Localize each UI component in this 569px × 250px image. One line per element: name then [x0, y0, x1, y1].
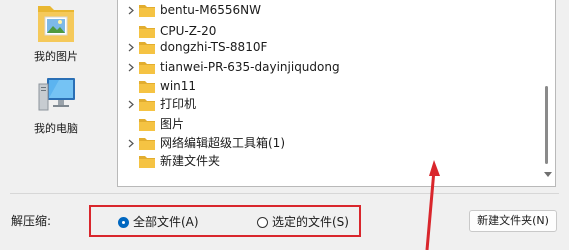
- my-pictures-label: 我的图片: [34, 50, 78, 63]
- extract-label: 解压缩:: [11, 214, 52, 228]
- computer-icon: [32, 74, 80, 120]
- tree-item-label: 打印机: [160, 97, 197, 111]
- scrollbar-thumb[interactable]: [545, 86, 548, 164]
- place-my-pictures[interactable]: 我的图片: [0, 2, 112, 63]
- tree-item-label: win11: [160, 79, 197, 93]
- section-divider: [10, 193, 559, 194]
- new-folder-button[interactable]: 新建文件夹(N): [469, 210, 557, 232]
- folder-icon: [139, 5, 155, 17]
- tree-item[interactable]: tianwei-PR-635-dayinjiqudong: [118, 57, 538, 78]
- folder-icon: [139, 156, 155, 168]
- chevron-right-icon[interactable]: [126, 138, 136, 150]
- tree-item[interactable]: 图片: [118, 114, 538, 135]
- radio-unselected-icon[interactable]: [257, 216, 268, 228]
- radio-selected-icon[interactable]: [118, 216, 129, 228]
- place-my-computer[interactable]: 我的电脑: [0, 74, 112, 135]
- radio-selected-files[interactable]: 选定的文件(S): [257, 215, 349, 229]
- chevron-right-icon[interactable]: [126, 42, 136, 54]
- my-computer-label: 我的电脑: [34, 122, 78, 135]
- chevron-right-icon[interactable]: [126, 99, 136, 111]
- tree-item-label: bentu-M6556NW: [160, 3, 261, 17]
- folder-icon: [139, 42, 155, 54]
- tree-item-label: dongzhi-TS-8810F: [160, 40, 268, 54]
- extract-options-highlight: 全部文件(A) 选定的文件(S): [89, 205, 361, 237]
- radio-selected-files-label: 选定的文件(S): [272, 215, 349, 229]
- tree-item[interactable]: bentu-M6556NW: [118, 0, 538, 21]
- tree-item[interactable]: 新建文件夹: [118, 151, 538, 172]
- pictures-folder-icon: [32, 2, 80, 48]
- scroll-down-arrow-icon[interactable]: [544, 172, 552, 177]
- vertical-scrollbar[interactable]: [541, 0, 555, 186]
- tree-item-label: 图片: [160, 117, 185, 131]
- quick-access-panel: 我的图片 我的电脑: [0, 0, 112, 180]
- chevron-right-icon[interactable]: [126, 5, 136, 17]
- tree-item[interactable]: 打印机: [118, 94, 538, 115]
- folder-icon: [139, 119, 155, 131]
- tree-item-label: tianwei-PR-635-dayinjiqudong: [160, 60, 340, 74]
- radio-all-files-label: 全部文件(A): [133, 215, 199, 229]
- tree-item[interactable]: dongzhi-TS-8810F: [118, 37, 538, 58]
- radio-all-files[interactable]: 全部文件(A): [118, 215, 199, 229]
- folder-icon: [139, 138, 155, 150]
- folder-tree[interactable]: bentu-M6556NW CPU-Z-20 dongzhi-TS-8810F …: [117, 0, 556, 187]
- folder-icon: [139, 81, 155, 93]
- folder-icon: [139, 62, 155, 74]
- tree-item-label: 网络编辑超级工具箱(1): [160, 136, 285, 150]
- folder-icon: [139, 26, 155, 38]
- folder-icon: [139, 99, 155, 111]
- tree-item-label: 新建文件夹: [160, 154, 221, 168]
- chevron-right-icon[interactable]: [126, 62, 136, 74]
